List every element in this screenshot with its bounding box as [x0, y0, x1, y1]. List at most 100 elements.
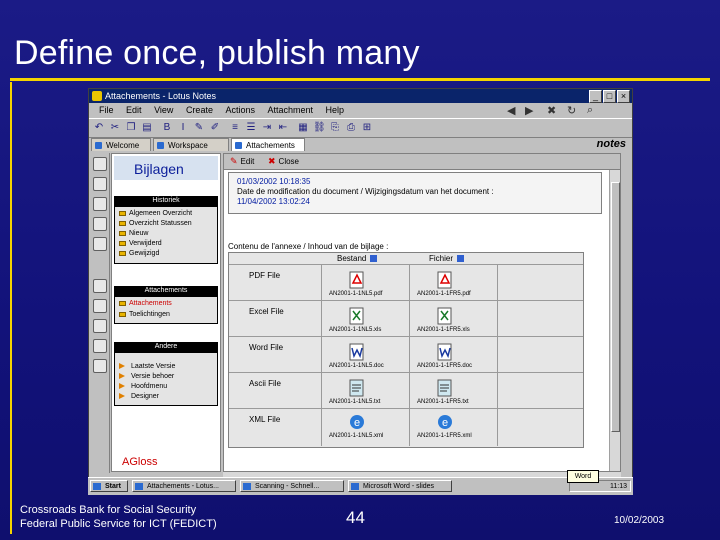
- start-button[interactable]: Start: [90, 480, 128, 492]
- scroll-thumb[interactable]: [611, 182, 620, 432]
- arrow-right-icon: [119, 373, 128, 380]
- column-divider: [409, 264, 410, 446]
- arrow-right-icon: [119, 393, 128, 400]
- toolbar-indent-icon[interactable]: ⇥: [261, 122, 273, 134]
- nav-item-attachements[interactable]: Attachements: [119, 300, 172, 307]
- toolbar-italic-icon[interactable]: I: [177, 122, 189, 134]
- sort-icon: [370, 255, 378, 263]
- nav-item-gewijzigd[interactable]: Gewijzigd: [119, 250, 159, 257]
- nav-item-designer[interactable]: Designer: [119, 393, 159, 400]
- file-name[interactable]: AN2001-1-1FR5.xls: [417, 327, 470, 333]
- text-file-icon[interactable]: [435, 379, 455, 397]
- column-header-bestand[interactable]: Bestand: [337, 253, 378, 264]
- toolbar-outdent-icon[interactable]: ⇤: [277, 122, 289, 134]
- nav-item-overzicht-statussen[interactable]: Overzicht Statussen: [119, 220, 192, 227]
- close-button[interactable]: ✖ Close: [268, 156, 299, 167]
- file-name[interactable]: AN2001-1-1NL5.xml: [329, 433, 383, 439]
- nav-item-versie-behoer[interactable]: Versie behoer: [119, 373, 174, 380]
- file-name[interactable]: AN2001-1-1FR5.txt: [417, 399, 469, 405]
- toolbar-cut-icon[interactable]: ✂: [109, 122, 121, 134]
- tab-attachements[interactable]: Attachements ×: [231, 138, 305, 163]
- pdf-file-icon[interactable]: [347, 271, 367, 289]
- back-icon[interactable]: ◀: [507, 104, 515, 117]
- file-name[interactable]: AN2001-1-1FR5.pdf: [417, 291, 471, 297]
- menu-actions[interactable]: Actions: [225, 103, 255, 117]
- menu-edit[interactable]: Edit: [126, 103, 142, 117]
- sort-icon: [457, 255, 465, 263]
- bookmark-web-icon[interactable]: [93, 339, 107, 353]
- nav-item-algemeen-overzicht[interactable]: Algemeen Overzicht: [119, 210, 192, 217]
- tab-welcome[interactable]: Welcome: [91, 138, 151, 151]
- toolbar-align-center-icon[interactable]: ☰: [245, 122, 257, 134]
- file-name[interactable]: AN2001-1-1FR5.xml: [417, 433, 472, 439]
- close-window-button[interactable]: ×: [617, 90, 630, 103]
- modification-date: 11/04/2002 13:02:24: [237, 197, 310, 206]
- nav-item-hoofdmenu[interactable]: Hoofdmenu: [119, 383, 167, 390]
- file-name[interactable]: AN2001-1-1FR5.doc: [417, 363, 472, 369]
- maximize-button[interactable]: □: [603, 90, 616, 103]
- bookmark-mail-icon[interactable]: [93, 157, 107, 171]
- word-file-icon[interactable]: [435, 343, 455, 361]
- taskbar-label: Scanning - Schnell...: [255, 483, 320, 490]
- bookmark-todo-icon[interactable]: [93, 217, 107, 231]
- vertical-scrollbar[interactable]: [609, 170, 620, 471]
- taskbar-scanning[interactable]: Scanning - Schnell...: [240, 480, 344, 492]
- file-name[interactable]: AN2001-1-1NL5.doc: [329, 363, 384, 369]
- nav-item-label: Algemeen Overzicht: [129, 210, 193, 217]
- tab-workspace[interactable]: Workspace: [153, 138, 229, 151]
- toolbar-highlight-icon[interactable]: ✐: [209, 122, 221, 134]
- column-header-fichier[interactable]: Fichier: [429, 253, 465, 264]
- text-file-icon[interactable]: [347, 379, 367, 397]
- search-icon[interactable]: ⌕: [587, 104, 593, 117]
- nav-item-verwijderd[interactable]: Verwijderd: [119, 240, 162, 247]
- toolbar-link-icon[interactable]: ⛓: [313, 122, 326, 134]
- bookmark-address-icon[interactable]: [93, 197, 107, 211]
- toolbar-print-icon[interactable]: ⎙: [345, 122, 357, 134]
- bookmark-replicator-icon[interactable]: [93, 237, 107, 251]
- menu-create[interactable]: Create: [186, 103, 213, 117]
- taskbar-word[interactable]: Microsoft Word - slides: [348, 480, 452, 492]
- toolbar-paste-icon[interactable]: ▤: [141, 122, 153, 134]
- minimize-button[interactable]: _: [589, 90, 602, 103]
- file-name[interactable]: AN2001-1-1NL5.pdf: [329, 291, 382, 297]
- toolbar-align-left-icon[interactable]: ≡: [229, 122, 241, 134]
- nav-item-toelichtingen[interactable]: Toelichtingen: [119, 311, 170, 318]
- section-andere-header: Andere: [114, 342, 218, 352]
- excel-file-icon[interactable]: [435, 307, 455, 325]
- toolbar-copy-icon[interactable]: ❐: [125, 122, 137, 134]
- file-name[interactable]: AN2001-1-1NL5.txt: [329, 399, 380, 405]
- nav-item-laatste-versie[interactable]: Laatste Versie: [119, 363, 175, 370]
- toolbar-attach-icon[interactable]: ⎘: [329, 122, 341, 134]
- pdf-file-icon[interactable]: [435, 271, 455, 289]
- bookmark-calendar-icon[interactable]: [93, 177, 107, 191]
- word-file-icon[interactable]: [347, 343, 367, 361]
- toolbar-undo-icon[interactable]: ↶: [93, 122, 105, 134]
- internet-explorer-icon[interactable]: e: [435, 413, 455, 431]
- toolbar-pen-icon[interactable]: ✎: [193, 122, 205, 134]
- bookmark-more-icon[interactable]: [93, 359, 107, 373]
- stop-icon[interactable]: ✖: [547, 104, 556, 117]
- internet-explorer-icon[interactable]: e: [347, 413, 367, 431]
- bookmark-history-icon[interactable]: [93, 319, 107, 333]
- tooltip: Word: [567, 470, 599, 483]
- taskbar-lotus-notes[interactable]: Attachements - Lotus...: [132, 480, 236, 492]
- edit-button[interactable]: ✎ Edit: [230, 156, 254, 167]
- bookmark-favorites-icon[interactable]: [93, 279, 107, 293]
- nav-item-nieuw[interactable]: Nieuw: [119, 230, 148, 237]
- menu-attachment[interactable]: Attachment: [268, 103, 314, 117]
- toolbar-bold-icon[interactable]: B: [161, 122, 173, 134]
- excel-file-icon[interactable]: [347, 307, 367, 325]
- refresh-icon[interactable]: ↻: [567, 104, 576, 117]
- menu-file[interactable]: File: [99, 103, 114, 117]
- menu-help[interactable]: Help: [326, 103, 345, 117]
- file-name[interactable]: AN2001-1-1NL5.xls: [329, 327, 381, 333]
- toolbar-table-icon[interactable]: ▦: [297, 122, 309, 134]
- taskbar-label: Attachements - Lotus...: [147, 483, 219, 490]
- toolbar-grid-icon[interactable]: ⊞: [361, 122, 373, 134]
- window-titlebar[interactable]: Attachements - Lotus Notes _ □ ×: [89, 89, 632, 103]
- bookmark-databases-icon[interactable]: [93, 299, 107, 313]
- forward-icon[interactable]: ▶: [525, 104, 533, 117]
- agloss-link[interactable]: AGloss: [122, 456, 157, 468]
- menu-view[interactable]: View: [154, 103, 173, 117]
- window-title: Attachements - Lotus Notes: [105, 91, 217, 101]
